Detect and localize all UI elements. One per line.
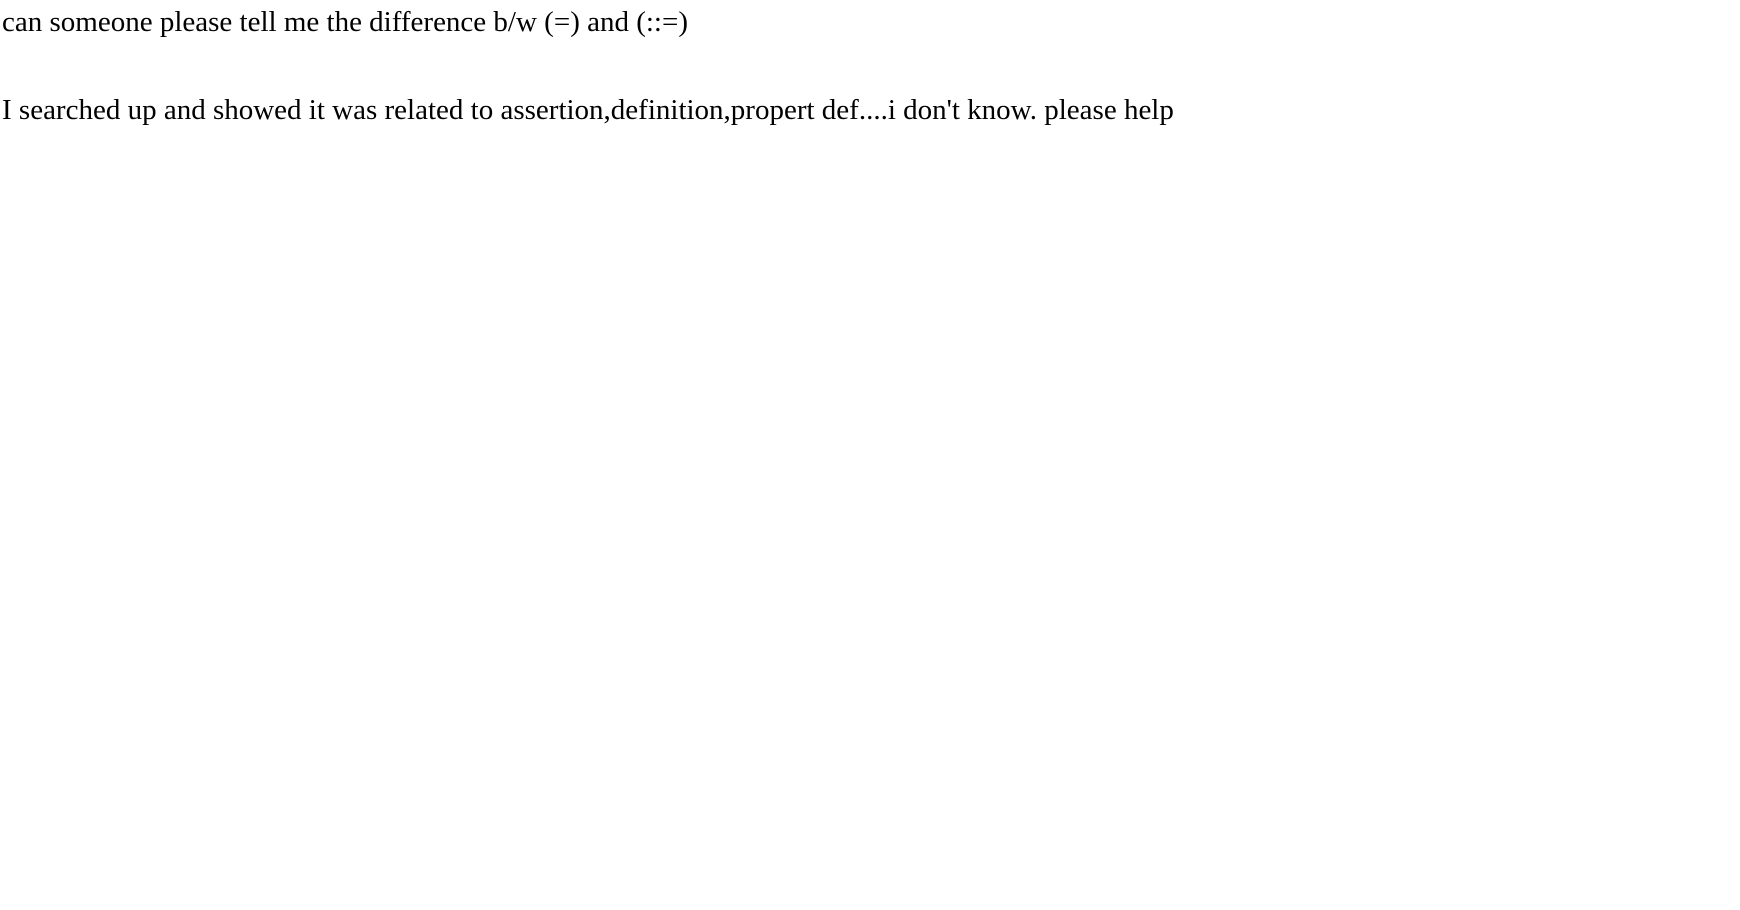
text-line-2: I searched up and showed it was related … [2, 92, 1740, 130]
text-line-1: can someone please tell me the differenc… [2, 4, 1740, 42]
